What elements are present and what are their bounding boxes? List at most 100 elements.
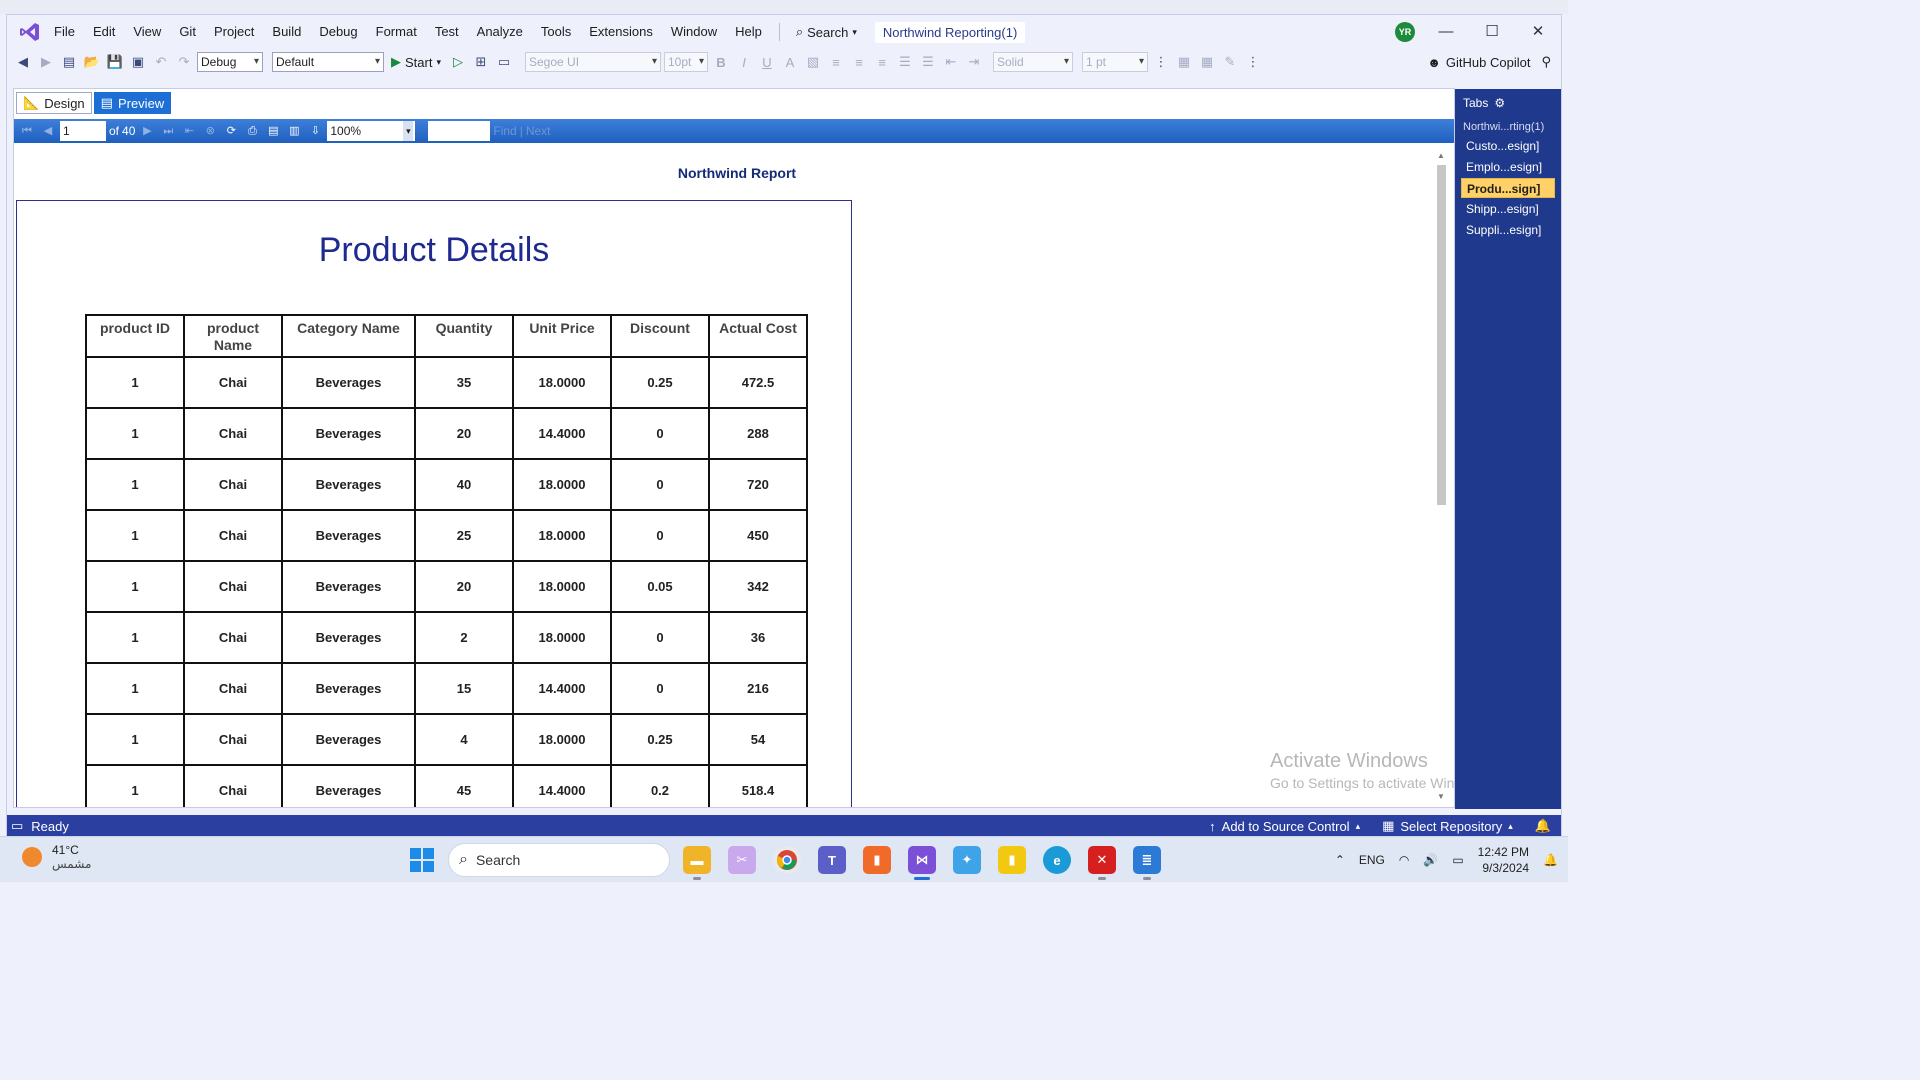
start-button[interactable]: ▶ Start ▾ [387,54,445,70]
tabs-panel-item[interactable]: Emplo...esign] [1461,157,1555,177]
add-to-source-control-button[interactable]: ↑ Add to Source Control ▴ [1209,819,1360,834]
next-link[interactable]: Next [526,124,551,138]
menu-item-help[interactable]: Help [726,15,771,49]
numbered-list-icon[interactable]: ☰ [895,52,915,72]
redo-icon[interactable]: ↷ [174,52,194,72]
underline-icon[interactable]: U [757,52,777,72]
format-icon[interactable]: ▦ [1174,52,1194,72]
notepad-icon[interactable]: ≣ [1133,846,1161,874]
back-to-parent-icon[interactable]: ⇤ [180,122,198,140]
report-data-icon[interactable]: ⊞ [471,52,491,72]
menu-item-format[interactable]: Format [367,15,426,49]
start-without-debugging-icon[interactable]: ▷ [448,52,468,72]
page-setup-icon[interactable]: ▥ [285,122,303,140]
menu-item-project[interactable]: Project [205,15,263,49]
maximize-icon[interactable]: ☐ [1469,15,1515,49]
pdf-reader-icon[interactable]: ✕ [1088,846,1116,874]
increase-indent-icon[interactable]: ⇥ [964,52,984,72]
tabs-panel-item[interactable]: Produ...sign] [1461,178,1555,198]
edge-icon[interactable]: e [1043,846,1071,874]
power-bi-icon[interactable]: ▮ [998,846,1026,874]
taskbar-search[interactable]: ⌕ Search [448,843,670,877]
open-folder-icon[interactable]: 📂 [82,52,102,72]
layout-icon[interactable]: ▭ [494,52,514,72]
background-color-icon[interactable]: ▧ [803,52,823,72]
feedback-icon[interactable]: ⚲ [1541,54,1551,70]
notification-center-icon[interactable]: 🔔 [1543,853,1558,867]
back-icon[interactable]: ◀ [13,52,33,72]
bullet-list-icon[interactable]: ☰ [918,52,938,72]
print-icon[interactable]: ⎙ [243,122,261,140]
export-icon[interactable]: ⇩ [306,122,324,140]
italic-icon[interactable]: I [734,52,754,72]
scroll-up-icon[interactable]: ▲ [1436,151,1446,160]
snipping-tool-icon[interactable]: ✂ [728,846,756,874]
menu-item-file[interactable]: File [45,15,84,49]
previous-page-icon[interactable]: ◀ [39,122,57,140]
layout-grid-icon[interactable]: ▦ [1197,52,1217,72]
menu-item-test[interactable]: Test [426,15,468,49]
notifications-button[interactable]: 🔔 [1535,818,1551,834]
properties-icon[interactable]: ✎ [1220,52,1240,72]
menu-item-build[interactable]: Build [263,15,310,49]
tabs-panel-item[interactable]: Shipp...esign] [1461,199,1555,219]
save-all-icon[interactable]: ▣ [128,52,148,72]
align-right-icon[interactable]: ≡ [872,52,892,72]
next-page-icon[interactable]: ▶ [138,122,156,140]
solution-configuration-select[interactable]: Debug [197,52,263,72]
scroll-down-icon[interactable]: ▼ [1436,792,1446,801]
font-size-select[interactable]: 10pt [664,52,708,72]
jetbrains-icon[interactable]: ▮ [863,846,891,874]
menu-item-view[interactable]: View [124,15,170,49]
visual-studio-taskbar-icon[interactable]: ⋈ [908,846,936,874]
volume-icon[interactable]: 🔊 [1423,853,1438,867]
menu-item-window[interactable]: Window [662,15,726,49]
last-page-icon[interactable]: ⏭ [159,122,177,140]
search-button[interactable]: ⌕ Search ▾ [788,24,865,40]
file-explorer-icon[interactable]: ▬ [683,846,711,874]
tabs-panel-item[interactable]: Suppli...esign] [1461,220,1555,240]
new-project-icon[interactable]: ▤ [59,52,79,72]
spacing-icon[interactable]: ⋮ [1243,52,1263,72]
save-icon[interactable]: 💾 [105,52,125,72]
menu-item-analyze[interactable]: Analyze [468,15,532,49]
first-page-icon[interactable]: ⏮ [18,122,36,140]
align-center-icon[interactable]: ≡ [849,52,869,72]
stop-icon[interactable]: ⊗ [201,122,219,140]
gear-icon[interactable]: ⚙ [1494,96,1505,110]
menu-item-extensions[interactable]: Extensions [580,15,662,49]
tab-preview[interactable]: ▤ Preview [93,92,172,114]
weather-widget[interactable]: 41°C مشمس [22,843,91,871]
language-indicator[interactable]: ENG [1359,853,1385,867]
align-grid-icon[interactable]: ⋮ [1151,52,1171,72]
menu-item-edit[interactable]: Edit [84,15,124,49]
select-repository-button[interactable]: ▦ Select Repository ▴ [1382,818,1513,834]
page-number-input[interactable]: 1 [60,121,106,141]
menu-item-git[interactable]: Git [170,15,205,49]
font-color-icon[interactable]: A [780,52,800,72]
copilot-taskbar-icon[interactable]: ✦ [953,846,981,874]
find-input[interactable] [428,121,491,141]
menu-item-debug[interactable]: Debug [310,15,366,49]
battery-icon[interactable]: ▭ [1452,853,1463,867]
decrease-indent-icon[interactable]: ⇤ [941,52,961,72]
wifi-icon[interactable]: ◠ [1399,853,1409,867]
border-style-select[interactable]: Solid [993,52,1073,72]
avatar[interactable]: YR [1395,22,1415,42]
tabs-panel-solution[interactable]: Northwi...rting(1) [1455,117,1561,135]
vertical-scrollbar[interactable]: ▲ ▼ [1436,151,1446,801]
zoom-select[interactable]: 100% [327,121,416,141]
align-left-icon[interactable]: ≡ [826,52,846,72]
tabs-panel-item[interactable]: Custo...esign] [1461,136,1555,156]
solution-name[interactable]: Northwind Reporting(1) [874,21,1026,43]
solution-platform-select[interactable]: Default [272,52,384,72]
scrollbar-thumb[interactable] [1437,165,1446,505]
chrome-icon[interactable] [773,846,801,874]
close-icon[interactable]: ✕ [1515,15,1561,49]
chevron-up-icon[interactable]: ⌃ [1335,853,1345,867]
github-copilot-button[interactable]: ☻ GitHub Copilot ⚲ [1427,54,1551,70]
bold-icon[interactable]: B [711,52,731,72]
minimize-icon[interactable]: — [1423,15,1469,49]
forward-icon[interactable]: ▶ [36,52,56,72]
find-link[interactable]: Find [493,124,516,138]
